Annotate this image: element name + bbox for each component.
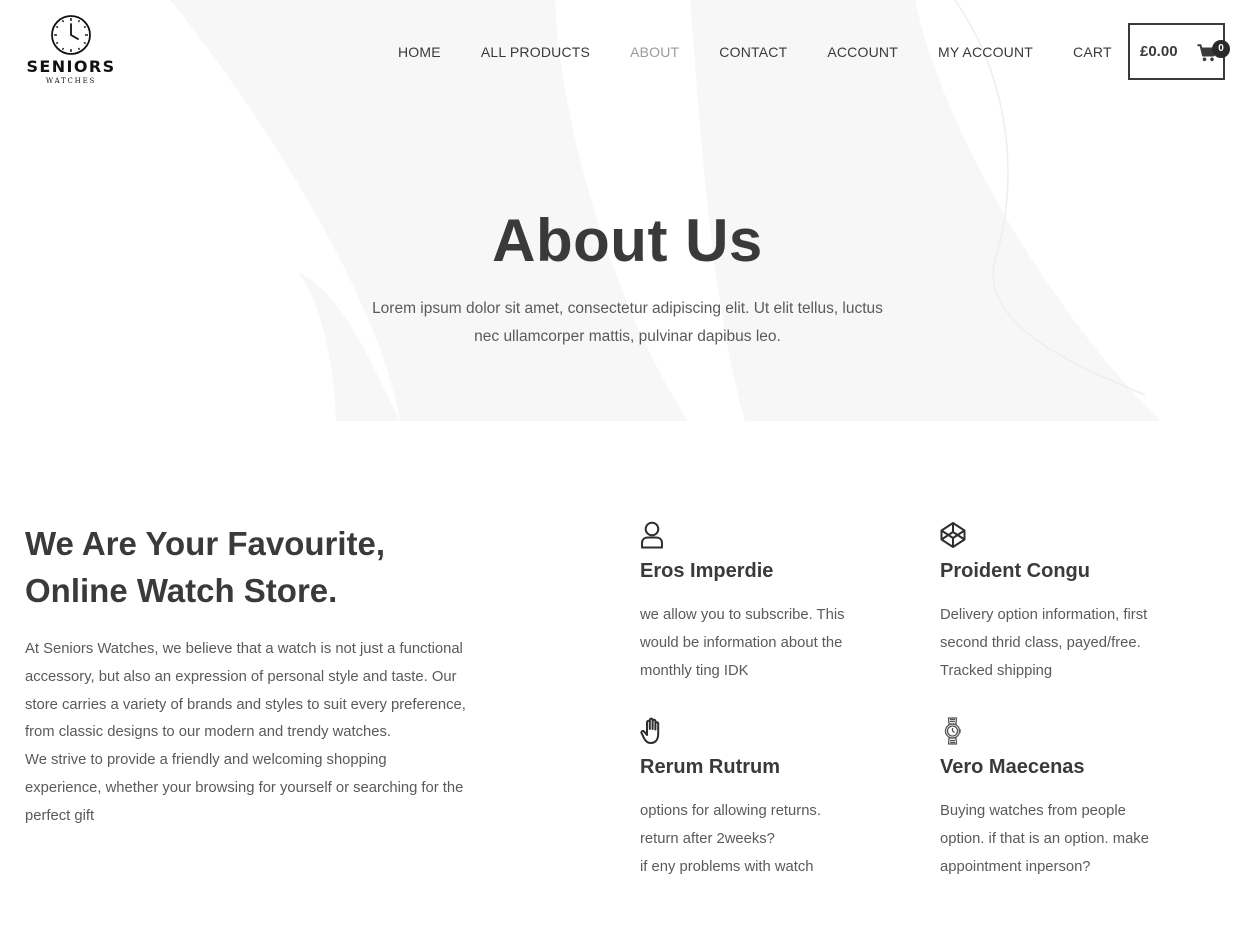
- about-paragraph-line: store carries a variety of brands and st…: [25, 696, 466, 713]
- hero-subtitle-line: nec ullamcorper mattis, pulvinar dapibus…: [474, 328, 781, 345]
- cart-total: £0.00: [1140, 43, 1178, 60]
- feature-description-line: return after 2weeks?: [640, 830, 775, 847]
- about-paragraph-line: accessory, but also an expression of per…: [25, 668, 457, 685]
- logo-brand-name: SENIORS: [26, 57, 116, 76]
- nav-item-contact[interactable]: CONTACT: [719, 43, 787, 61]
- user-icon: [641, 521, 663, 549]
- nav-item-all-products[interactable]: ALL PRODUCTS: [481, 43, 590, 61]
- feature-description-line: options for allowing returns.: [640, 803, 821, 819]
- about-paragraph-line: perfect gift: [25, 807, 95, 824]
- about-paragraph-line: We strive to provide a friendly and welc…: [25, 752, 387, 769]
- nav-item-my-account[interactable]: MY ACCOUNT: [938, 43, 1033, 61]
- feature-description-line: option. if that is an option. make: [940, 830, 1149, 847]
- feature-title: Proident Congu: [940, 560, 1090, 582]
- hero-subtitle: Lorem ipsum dolor sit amet, consectetur …: [340, 295, 915, 351]
- about-paragraph-line: experience, whether your browsing for yo…: [25, 779, 464, 796]
- site-header: SENIORS WATCHES HOME ALL PRODUCTS ABOUT …: [0, 0, 1255, 105]
- feature-description-line: Buying watches from people: [940, 803, 1126, 819]
- clock-icon: [51, 15, 91, 55]
- feature-description-line: we allow you to subscribe. This: [640, 607, 845, 623]
- feature-description-line: if eny problems with watch: [640, 858, 814, 875]
- feature-description: Delivery option information, first secon…: [940, 602, 1190, 685]
- cart-count-badge: 0: [1212, 40, 1230, 58]
- feature-title: Vero Maecenas: [940, 756, 1085, 778]
- feature-description-line: Delivery option information, first: [940, 607, 1148, 623]
- wristwatch-icon: [944, 717, 961, 745]
- about-paragraph-line: At Seniors Watches, we believe that a wa…: [25, 641, 463, 657]
- hand-icon: [640, 717, 660, 744]
- hero-subtitle-line: Lorem ipsum dolor sit amet, consectetur …: [372, 300, 883, 317]
- cart-button[interactable]: £0.00 0: [1128, 23, 1230, 80]
- codepen-cube-icon: [940, 522, 966, 548]
- about-heading: We Are Your Favourite, Online Watch Stor…: [25, 520, 545, 614]
- feature-title: Rerum Rutrum: [640, 756, 781, 778]
- nav-item-cart[interactable]: CART: [1073, 43, 1112, 61]
- nav-item-about[interactable]: ABOUT: [630, 43, 679, 61]
- feature-description: we allow you to subscribe. This would be…: [640, 602, 890, 685]
- feature-description-line: Tracked shipping: [940, 662, 1053, 679]
- feature-title: Eros Imperdie: [640, 560, 774, 582]
- about-heading-line: We Are Your Favourite,: [25, 525, 386, 562]
- nav-item-account[interactable]: ACCOUNT: [827, 43, 898, 61]
- logo-tagline: WATCHES: [45, 77, 97, 85]
- site-logo[interactable]: SENIORS WATCHES: [24, 14, 118, 90]
- feature-description-line: monthly ting IDK: [640, 662, 749, 679]
- about-heading-line: Online Watch Store.: [25, 572, 338, 609]
- about-paragraph-line: from classic designs to our modern and t…: [25, 724, 391, 741]
- feature-description: Buying watches from people option. if th…: [940, 798, 1190, 881]
- feature-description-line: would be information about the: [640, 634, 843, 651]
- about-paragraph: At Seniors Watches, we believe that a wa…: [25, 636, 545, 831]
- main-navigation: HOME ALL PRODUCTS ABOUT CONTACT ACCOUNT …: [398, 43, 1112, 61]
- feature-description-line: appointment inperson?: [940, 858, 1091, 875]
- page-title: About Us: [492, 207, 763, 274]
- feature-description: options for allowing returns. return aft…: [640, 798, 890, 881]
- feature-description-line: second thrid class, payed/free.: [940, 634, 1141, 651]
- nav-item-home[interactable]: HOME: [398, 43, 441, 61]
